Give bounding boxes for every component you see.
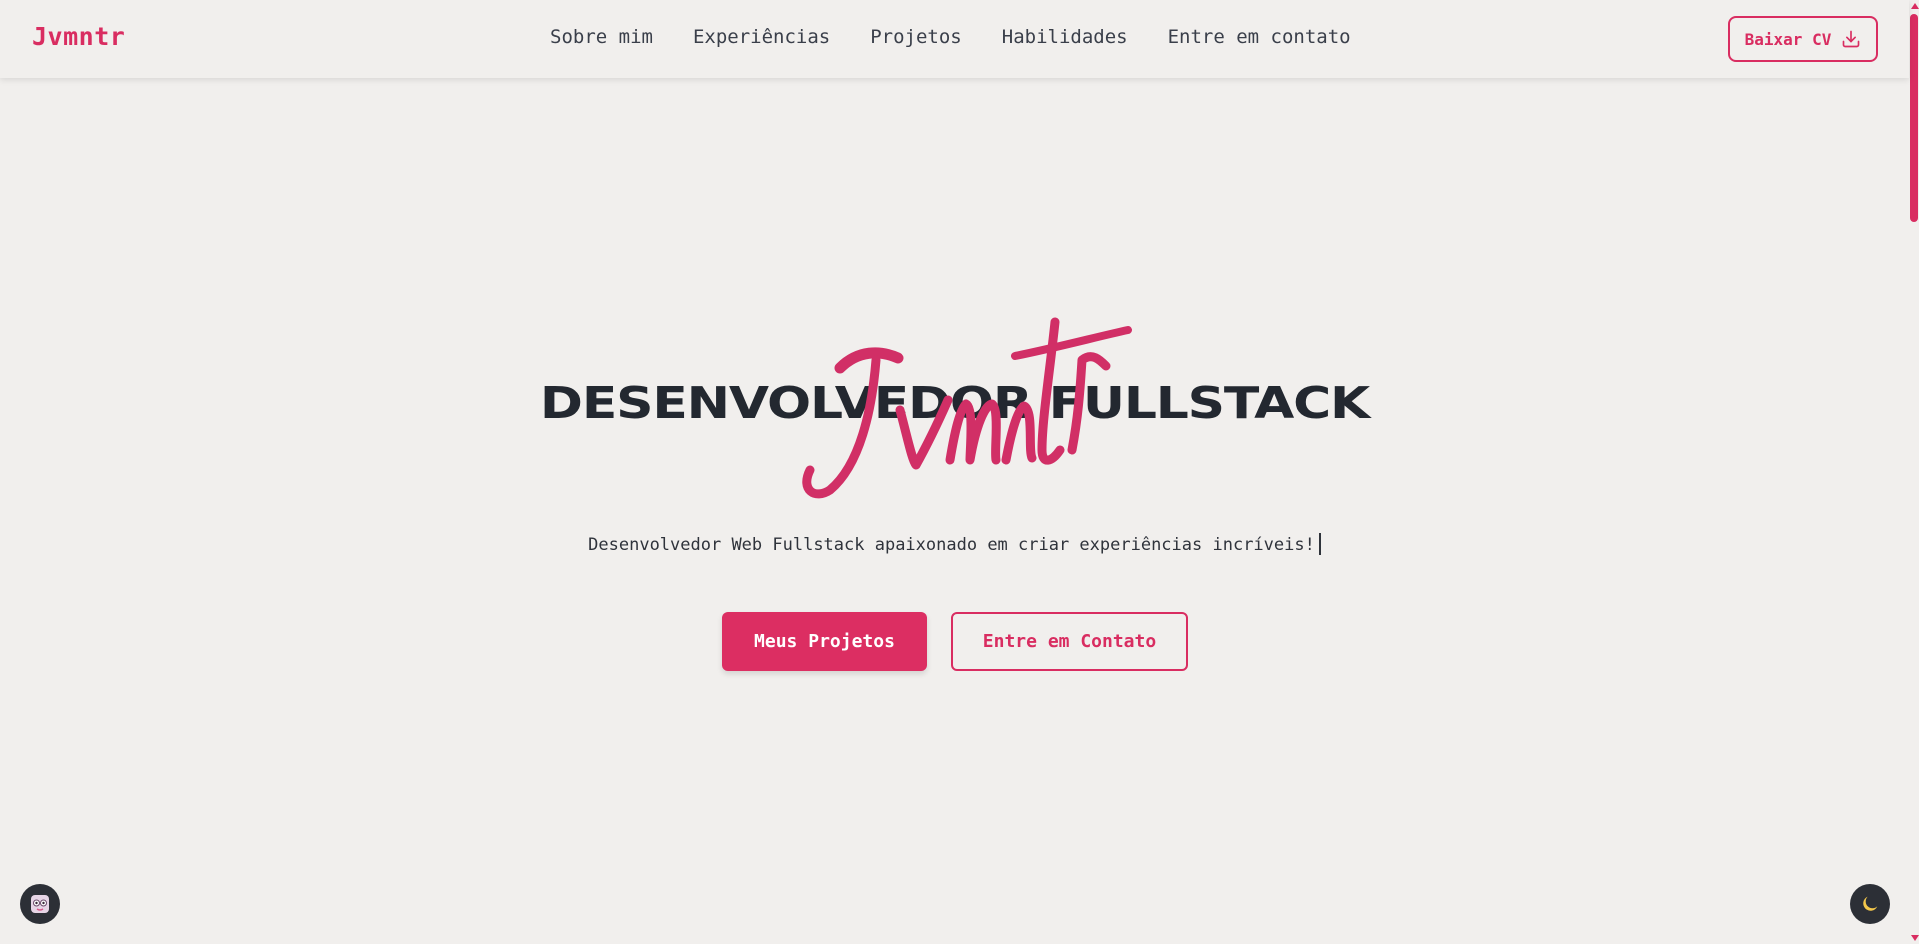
nav-item-habilidades[interactable]: Habilidades [1002,26,1128,48]
logo[interactable]: Jvmntr [32,22,125,51]
avatar-icon [31,895,49,913]
nav-item-contato[interactable]: Entre em contato [1168,26,1351,48]
scrollbar[interactable] [1909,0,1919,944]
contact-button[interactable]: Entre em Contato [951,612,1188,671]
theme-toggle-button[interactable] [1850,884,1890,924]
moon-icon [1863,896,1878,911]
my-projects-button[interactable]: Meus Projetos [722,612,927,671]
site-header: Jvmntr Sobre mim Experiências Projetos H… [0,0,1909,78]
scroll-down-arrow[interactable] [1911,935,1919,941]
nav-item-sobre-mim[interactable]: Sobre mim [550,26,653,48]
download-cv-label: Baixar CV [1744,29,1832,49]
typing-caret [1318,533,1321,555]
scrollbar-thumb[interactable] [1910,14,1918,222]
hero-subtitle-text: Desenvolvedor Web Fullstack apaixonado e… [588,535,1315,555]
nav-item-experiencias[interactable]: Experiências [693,26,830,48]
hero-subtitle: Desenvolvedor Web Fullstack apaixonado e… [0,533,1909,555]
nav-item-projetos[interactable]: Projetos [870,26,962,48]
main-nav: Sobre mim Experiências Projetos Habilida… [550,26,1351,48]
assistant-avatar-button[interactable] [20,884,60,924]
scroll-up-arrow[interactable] [1911,3,1919,9]
download-icon [1843,30,1860,48]
signature-logo [802,317,1132,499]
download-cv-button[interactable]: Baixar CV [1728,16,1878,62]
